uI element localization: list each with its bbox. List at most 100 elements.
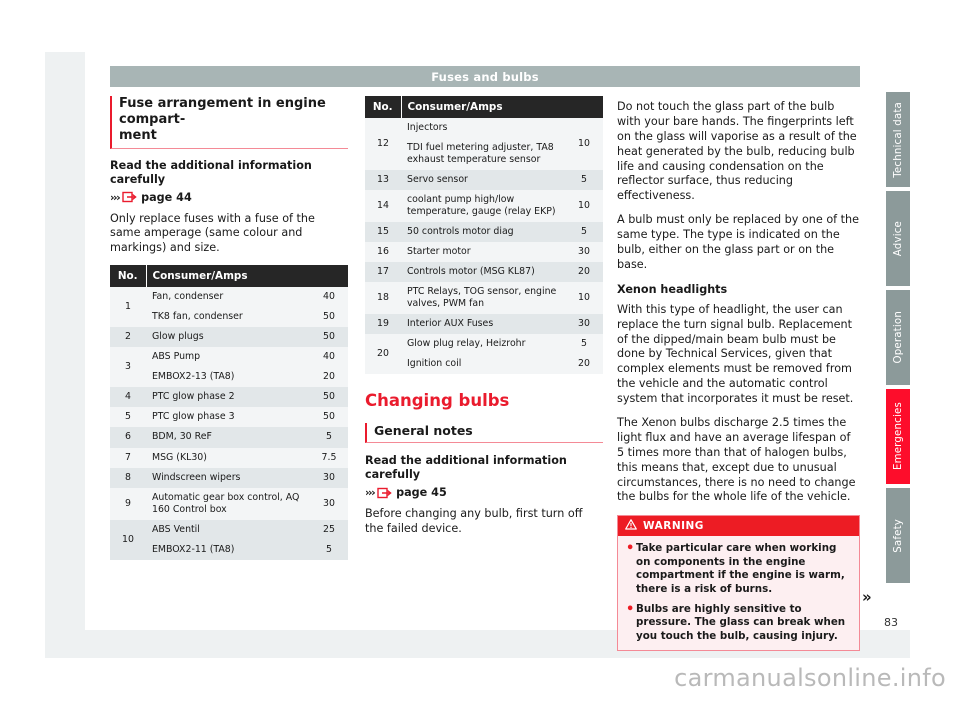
right-paragraph-4: The Xenon bulbs discharge 2.5 times the … — [617, 416, 856, 504]
col-header-no: No. — [110, 265, 147, 288]
table-row: 16 Starter motor 30 — [365, 242, 603, 263]
cell-consumer: ABS Ventil — [146, 519, 310, 540]
cell-amps: 50 — [310, 327, 348, 348]
table-row: 6 BDM, 30 ReF 5 — [110, 427, 348, 448]
table-row: 7 MSG (KL30) 7.5 — [110, 447, 348, 468]
cell-fuse-number: 1 — [110, 287, 146, 328]
table-row: TK8 fan, condenser 50 — [110, 307, 348, 328]
section-tab-strip: Technical data Advice Operation Emergencies… — [886, 92, 910, 587]
table-row: 20 Glow plug relay, Heizrohr 5 — [365, 334, 603, 375]
warning-body: • Take particular care when working on co… — [618, 536, 859, 650]
table-header-row: No. Consumer/Amps — [110, 265, 348, 288]
cell-fuse-number: 4 — [110, 387, 146, 408]
site-watermark: carmanualsonline.info — [674, 664, 946, 692]
section-tab-safety[interactable]: Safety — [886, 488, 910, 583]
cell-amps: 40 — [310, 287, 348, 308]
table-row: 8 Windscreen wipers 30 — [110, 467, 348, 488]
cell-consumer: PTC glow phase 2 — [146, 387, 310, 408]
bullet-dot-icon: • — [626, 541, 635, 557]
cell-consumer: Windscreen wipers — [146, 467, 310, 488]
mid-cross-reference[interactable]: ››› page 45 — [365, 486, 603, 499]
cell-fuse-number: 12 — [365, 118, 401, 171]
cell-amps: 5 — [310, 539, 348, 560]
running-head-bar: Fuses and bulbs — [110, 66, 860, 87]
cell-fuse-number: 10 — [110, 519, 146, 560]
chevron-right-triple-icon: ››› — [110, 190, 121, 204]
cell-amps: 20 — [565, 354, 603, 375]
cell-amps: 20 — [310, 367, 348, 388]
table-header-row: No. Consumer/Amps — [365, 96, 603, 118]
cell-consumer: EMBOX2-11 (TA8) — [146, 539, 310, 560]
section-tab-technical-data[interactable]: Technical data — [886, 92, 910, 187]
section-tab-label: Technical data — [892, 101, 904, 178]
table-row: 3 ABS Pump 40 — [110, 347, 348, 388]
section-tab-emergencies[interactable]: Emergencies — [886, 389, 910, 484]
bullet-dot-icon: • — [626, 601, 635, 617]
cell-fuse-number: 8 — [110, 467, 146, 488]
mid-read-carefully-label: Read the additional information carefull… — [365, 454, 567, 482]
cell-amps: 10 — [565, 118, 603, 171]
table-row: 12 Injectors 10 — [365, 118, 603, 171]
table-row: 15 50 controls motor diag 5 — [365, 222, 603, 243]
table-row: 14 coolant pump high/low temperature, gau… — [365, 190, 603, 223]
cell-fuse-number: 5 — [110, 407, 146, 428]
cell-amps: 50 — [310, 407, 348, 428]
cell-consumer: Glow plug relay, Heizrohr — [401, 334, 565, 355]
cell-consumer: ABS Pump — [146, 347, 310, 368]
cell-consumer: Servo sensor — [401, 170, 565, 191]
page-reference-icon — [122, 191, 138, 203]
cell-amps: 10 — [565, 282, 603, 315]
mid-xref-page-label: page 45 — [396, 486, 447, 500]
table-row: 13 Servo sensor 5 — [365, 170, 603, 191]
cell-consumer: 50 controls motor diag — [401, 222, 565, 243]
mid-body-paragraph: Before changing any bulb, first turn off… — [365, 507, 583, 536]
cell-amps: 7.5 — [310, 447, 348, 468]
cell-fuse-number: 20 — [365, 334, 401, 375]
cell-amps: 10 — [565, 190, 603, 223]
cell-fuse-number: 7 — [110, 447, 146, 468]
col-header-consumer: Consumer/Amps — [146, 265, 348, 288]
table-row: 9 Automatic gear box control, AQ 160 Cont… — [110, 487, 348, 520]
section-tab-label: Advice — [892, 220, 904, 257]
cell-consumer: TK8 fan, condenser — [146, 307, 310, 328]
cell-amps: 20 — [565, 262, 603, 283]
cell-consumer: PTC Relays, TOG sensor, engine valves, P… — [401, 282, 565, 315]
cell-consumer: Automatic gear box control, AQ 160 Contr… — [146, 487, 310, 520]
changing-bulbs-title: Changing bulbs — [365, 391, 510, 411]
section-tab-operation[interactable]: Operation — [886, 290, 910, 385]
section-tab-advice[interactable]: Advice — [886, 191, 910, 286]
cell-consumer: Ignition coil — [401, 354, 565, 375]
warning-triangle-icon — [625, 519, 637, 533]
left-xref-page-label: page 44 — [141, 190, 192, 204]
cell-consumer: Controls motor (MSG KL87) — [401, 262, 565, 283]
cell-fuse-number: 18 — [365, 282, 401, 315]
running-head-title: Fuses and bulbs — [431, 69, 539, 84]
engine-fuse-table-right: No. Consumer/Amps 12 Injectors 10 TDI fuel … — [365, 96, 603, 375]
cell-consumer: Injectors — [401, 118, 565, 139]
table-row: 19 Interior AUX Fuses 30 — [365, 314, 603, 335]
col-header-consumer: Consumer/Amps — [401, 96, 603, 118]
cell-fuse-number: 17 — [365, 262, 401, 283]
cell-fuse-number: 3 — [110, 347, 146, 388]
right-paragraph-3: With this type of headlight, the user ca… — [617, 302, 854, 406]
table-row: 1 Fan, condenser 40 — [110, 287, 348, 328]
cell-consumer: PTC glow phase 3 — [146, 407, 310, 428]
cell-amps: 40 — [310, 347, 348, 368]
warning-label: WARNING — [643, 520, 704, 533]
cell-amps: 5 — [565, 222, 603, 243]
section-tab-label: Safety — [892, 518, 904, 553]
table-row: 10 ABS Ventil 25 — [110, 519, 348, 560]
cell-consumer: Interior AUX Fuses — [401, 314, 565, 335]
cell-fuse-number: 13 — [365, 170, 401, 191]
warning-bullet: • Take particular care when working on co… — [626, 541, 845, 595]
left-cross-reference[interactable]: ››› page 44 — [110, 191, 348, 204]
general-notes-subtitle: General notes — [365, 423, 603, 444]
cell-amps: 5 — [565, 170, 603, 191]
cell-amps: 30 — [310, 467, 348, 488]
cell-fuse-number: 6 — [110, 427, 146, 448]
left-intro-paragraph: Only replace fuses with a fuse of the sa… — [110, 211, 315, 255]
cell-amps: 5 — [565, 334, 603, 355]
chevron-right-triple-icon: ››› — [365, 486, 376, 500]
col-header-no: No. — [365, 96, 402, 118]
left-section-heading: Fuse arrangement in engine compart-ment — [110, 96, 348, 149]
